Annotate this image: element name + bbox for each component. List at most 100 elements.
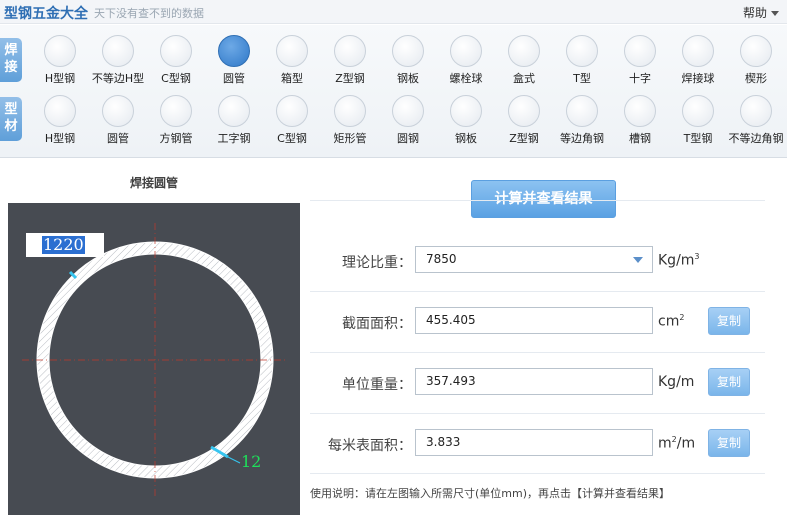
area-unit-sup: 2 — [679, 313, 685, 322]
surface-field[interactable]: 3.833 — [415, 429, 653, 456]
h-beam-icon — [44, 35, 76, 67]
z-section-icon — [508, 95, 540, 127]
shape-button[interactable]: 盒式 — [495, 35, 553, 93]
shape-button[interactable]: 等边角钢 — [553, 95, 611, 153]
shape-toolbar: 焊接 型材 H型钢 不等边H型 C型钢 圆管 箱型 Z型钢 钢板 螺栓球 盒式 T型 十字 焊接球 楔形… — [0, 25, 787, 158]
shape-button-label: C型钢 — [277, 132, 307, 145]
z-section-icon — [334, 35, 366, 67]
shape-button[interactable]: Z型钢 — [321, 35, 379, 93]
divider — [310, 473, 765, 474]
shape-button[interactable]: 圆管 — [89, 95, 147, 153]
shape-button-label: 不等边角钢 — [728, 132, 784, 145]
c-channel-icon — [160, 35, 192, 67]
shape-button[interactable]: Z型钢 — [495, 95, 553, 153]
surface-unit: m2/m — [658, 435, 695, 452]
shape-button[interactable]: C型钢 — [263, 95, 321, 153]
shape-button[interactable]: T型钢 — [669, 95, 727, 153]
divider — [310, 352, 765, 353]
divider — [310, 413, 765, 414]
help-menu[interactable]: 帮助 — [743, 4, 779, 21]
bolt-ball-icon — [450, 35, 482, 67]
shape-button[interactable]: 十字 — [611, 35, 669, 93]
copy-unit-weight-button[interactable]: 复制 — [708, 368, 750, 396]
shape-button-label: 工字钢 — [217, 132, 251, 145]
shape-button-label: 方钢管 — [159, 132, 193, 145]
shape-button[interactable]: 钢板 — [379, 35, 437, 93]
shape-button-label: 钢板 — [455, 132, 477, 145]
diameter-input-value[interactable]: 1220 — [42, 236, 85, 254]
shape-button-label: C型钢 — [161, 72, 191, 85]
wedge-icon — [740, 35, 772, 67]
shape-button-label: 圆管 — [223, 72, 245, 85]
shape-button[interactable]: 工字钢 — [205, 95, 263, 153]
density-value: 7850 — [426, 252, 457, 266]
calculate-button[interactable]: 计算并查看结果 — [471, 180, 616, 218]
area-field[interactable]: 455.405 — [415, 307, 653, 334]
unequal-angle-icon — [740, 95, 772, 127]
caret-down-icon — [771, 11, 779, 16]
shape-button-label: 钢板 — [397, 72, 419, 85]
density-select[interactable]: 7850 — [415, 246, 653, 273]
shape-button[interactable]: 圆管 — [205, 35, 263, 93]
thickness-leader-ext — [227, 456, 241, 464]
shape-button-label: H型钢 — [44, 72, 76, 85]
dropdown-arrow-icon[interactable] — [633, 257, 643, 263]
shape-button[interactable]: 不等边H型 — [89, 35, 147, 93]
round-tube-icon — [102, 95, 134, 127]
shape-button-label: 螺栓球 — [449, 72, 483, 85]
shape-button[interactable]: 焊接球 — [669, 35, 727, 93]
shape-button-label: 十字 — [629, 72, 651, 85]
shape-button[interactable]: 箱型 — [263, 35, 321, 93]
shape-button-label: 槽钢 — [629, 132, 651, 145]
shape-button[interactable]: 方钢管 — [147, 95, 205, 153]
square-tube-icon — [160, 95, 192, 127]
round-bar-icon — [392, 95, 424, 127]
unit-weight-field[interactable]: 357.493 — [415, 368, 653, 395]
thickness-input-value[interactable]: 12 — [241, 452, 261, 471]
surface-unit-suffix: /m — [676, 435, 696, 452]
cross-section-icon — [624, 35, 656, 67]
density-label: 理论比重： — [342, 255, 412, 271]
shape-button[interactable]: T型 — [553, 35, 611, 93]
shape-title: 焊接圆管 — [129, 176, 178, 190]
unit-weight-value: 357.493 — [426, 374, 476, 388]
group-tab-profile[interactable]: 型材 — [0, 97, 22, 141]
shape-button-label: 圆钢 — [397, 132, 419, 145]
shape-button[interactable]: 槽钢 — [611, 95, 669, 153]
area-unit: cm2 — [658, 313, 684, 330]
shape-button[interactable]: 不等边角钢 — [727, 95, 785, 153]
shape-button-label: 盒式 — [513, 72, 535, 85]
copy-area-button[interactable]: 复制 — [708, 307, 750, 335]
t-section-icon — [682, 95, 714, 127]
divider — [310, 291, 765, 292]
i-beam-icon — [218, 95, 250, 127]
divider — [310, 200, 765, 201]
shape-button[interactable]: 钢板 — [437, 95, 495, 153]
equal-angle-icon — [566, 95, 598, 127]
shape-button-label: T型 — [573, 72, 591, 85]
copy-surface-button[interactable]: 复制 — [708, 429, 750, 457]
group-tab-weld[interactable]: 焊接 — [0, 38, 22, 82]
h-beam-icon — [44, 95, 76, 127]
shape-button-label: H型钢 — [44, 132, 76, 145]
welded-ball-icon — [682, 35, 714, 67]
shape-button[interactable]: C型钢 — [147, 35, 205, 93]
shape-button[interactable]: H型钢 — [31, 35, 89, 93]
surface-unit-text: m — [658, 435, 672, 452]
title-bar: 型钢五金大全 天下没有查不到的数据 帮助 — [0, 0, 787, 24]
surface-value: 3.833 — [426, 435, 461, 449]
shape-button[interactable]: 矩形管 — [321, 95, 379, 153]
box-type-icon — [508, 35, 540, 67]
shape-button[interactable]: H型钢 — [31, 95, 89, 153]
shape-button-label: 楔形 — [745, 72, 767, 85]
surface-label: 每米表面积： — [328, 438, 412, 454]
rect-tube-icon — [334, 95, 366, 127]
channel-icon — [624, 95, 656, 127]
shape-button[interactable]: 楔形 — [727, 35, 785, 93]
density-unit-text: Kg/m — [658, 252, 695, 269]
shape-button[interactable]: 圆钢 — [379, 95, 437, 153]
density-unit-sup: 3 — [694, 252, 700, 261]
shape-button[interactable]: 螺栓球 — [437, 35, 495, 93]
shape-button-label: T型钢 — [683, 132, 713, 145]
t-section-icon — [566, 35, 598, 67]
